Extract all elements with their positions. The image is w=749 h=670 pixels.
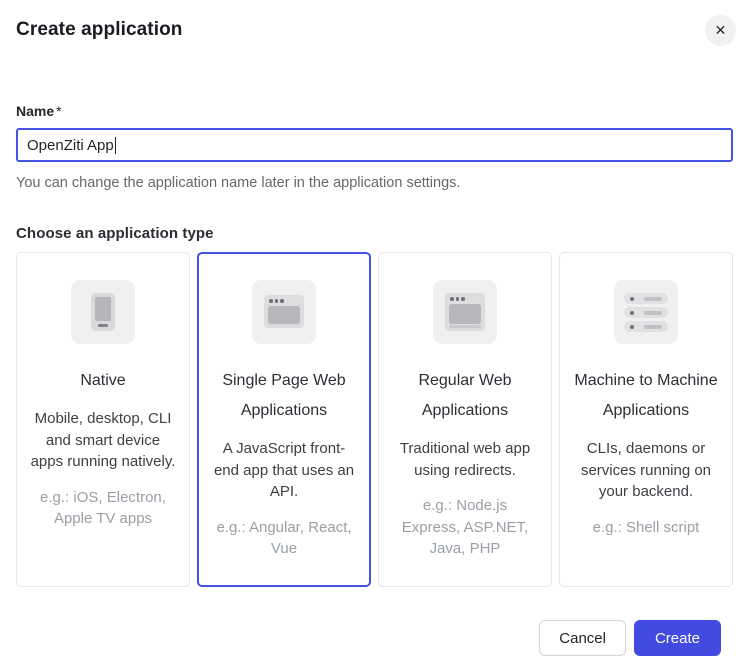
card-regular-web[interactable]: Regular Web Applications Traditional web… — [378, 252, 552, 587]
card-examples: e.g.: Shell script — [573, 517, 719, 539]
card-title: Machine to Machine Applications — [573, 366, 719, 426]
card-title: Single Page Web Applications — [211, 366, 357, 426]
card-examples: e.g.: Angular, React, Vue — [211, 517, 357, 560]
card-description: Traditional web app using redirects. — [392, 438, 538, 481]
card-single-page-web[interactable]: Single Page Web Applications A JavaScrip… — [197, 252, 371, 587]
close-button[interactable]: ✕ — [705, 15, 736, 46]
card-examples: e.g.: Node.js Express, ASP.NET, Java, PH… — [392, 495, 538, 560]
card-title: Native — [30, 366, 176, 396]
application-name-value: OpenZiti App — [27, 137, 114, 154]
card-title: Regular Web Applications — [392, 366, 538, 426]
server-window-icon — [433, 280, 497, 344]
dialog-content: Name* OpenZiti App You can change the ap… — [0, 103, 749, 656]
server-stack-icon — [614, 280, 678, 344]
cancel-button[interactable]: Cancel — [539, 620, 626, 656]
create-button[interactable]: Create — [634, 620, 721, 656]
name-helper-text: You can change the application name late… — [16, 175, 733, 191]
dialog-header: Create application ✕ — [0, 0, 749, 46]
required-marker: * — [56, 103, 61, 119]
card-examples: e.g.: iOS, Electron, Apple TV apps — [30, 487, 176, 530]
dialog-footer: Cancel Create — [16, 620, 733, 656]
application-name-input[interactable]: OpenZiti App — [16, 128, 733, 162]
card-description: A JavaScript front-end app that uses an … — [211, 438, 357, 503]
card-native[interactable]: Native Mobile, desktop, CLI and smart de… — [16, 252, 190, 587]
card-description: CLIs, daemons or services running on you… — [573, 438, 719, 503]
application-type-cards: Native Mobile, desktop, CLI and smart de… — [16, 252, 733, 587]
name-field-label: Name* — [16, 103, 733, 119]
dialog-title: Create application — [16, 19, 733, 41]
card-machine-to-machine[interactable]: Machine to Machine Applications CLIs, da… — [559, 252, 733, 587]
mobile-phone-icon — [71, 280, 135, 344]
application-type-heading: Choose an application type — [16, 225, 733, 242]
text-caret — [115, 137, 116, 154]
close-icon: ✕ — [715, 22, 727, 39]
create-application-dialog: Create application ✕ Name* OpenZiti App … — [0, 0, 749, 670]
browser-window-icon — [252, 280, 316, 344]
card-description: Mobile, desktop, CLI and smart device ap… — [30, 408, 176, 473]
